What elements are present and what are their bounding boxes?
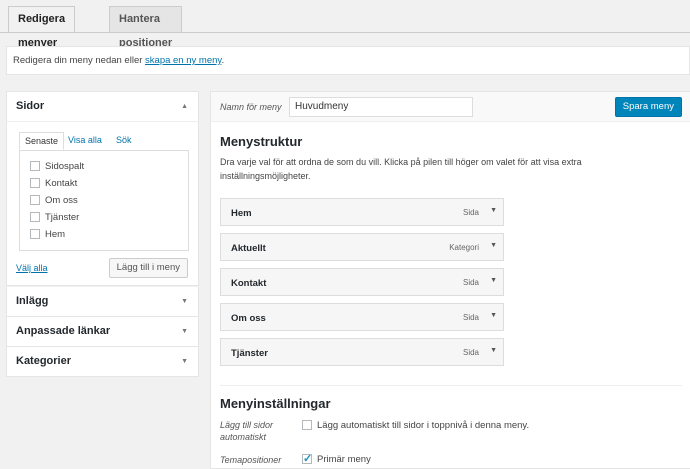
list-item[interactable]: Om oss xyxy=(30,194,188,211)
chevron-down-icon[interactable]: ▼ xyxy=(490,277,497,284)
list-item[interactable]: Kontakt xyxy=(30,177,188,194)
pages-list: Sidospalt Kontakt Om oss Tjänster Hem xyxy=(19,150,189,251)
add-to-menu-button[interactable]: Lägg till i meny xyxy=(108,258,188,278)
auto-add-label: Lägg till sidor automatiskt xyxy=(220,420,274,442)
select-all-link[interactable]: Välj alla xyxy=(16,263,48,273)
menu-item[interactable]: Aktuellt Kategori ▼ xyxy=(220,233,504,261)
menu-item[interactable]: Hem Sida ▼ xyxy=(220,198,504,226)
menu-name-input[interactable]: Huvudmeny xyxy=(289,97,473,117)
menu-editor: Namn för meny Huvudmeny Spara meny Menys… xyxy=(210,91,690,469)
tab-manage-locations[interactable]: Hantera positioner xyxy=(109,6,183,49)
pages-box-header[interactable]: Sidor ▲ xyxy=(7,92,198,121)
structure-title: Menystruktur xyxy=(220,134,303,149)
menu-name-label: Namn för meny xyxy=(220,102,282,112)
list-item[interactable]: Sidospalt xyxy=(30,160,188,177)
checkbox[interactable] xyxy=(30,178,40,188)
posts-box[interactable]: Inlägg ▼ xyxy=(6,287,199,317)
list-item[interactable]: Tjänster xyxy=(30,211,188,228)
notice-end: . xyxy=(221,55,225,66)
expand-down-icon[interactable]: ▼ xyxy=(181,347,188,376)
settings-title: Menyinställningar xyxy=(220,396,331,411)
theme-location-option[interactable]: Primär meny xyxy=(302,452,371,465)
menu-item[interactable]: Om oss Sida ▼ xyxy=(220,303,504,331)
create-menu-link[interactable]: skapa en ny meny xyxy=(145,55,221,66)
custom-links-box-header[interactable]: Anpassade länkar ▼ xyxy=(7,317,198,346)
custom-links-box[interactable]: Anpassade länkar ▼ xyxy=(6,317,199,347)
chevron-down-icon[interactable]: ▼ xyxy=(490,347,497,354)
chevron-down-icon[interactable]: ▼ xyxy=(490,312,497,319)
pages-sub-tabs: Senaste Visa alla Sök xyxy=(19,132,189,150)
menu-item[interactable]: Tjänster Sida ▼ xyxy=(220,338,504,366)
add-items-panel: Sidor ▲ Senaste Visa alla Sök Sidospalt … xyxy=(6,91,199,377)
auto-add-checkbox[interactable] xyxy=(302,420,312,430)
menu-item[interactable]: Kontakt Sida ▼ xyxy=(220,268,504,296)
expand-down-icon[interactable]: ▼ xyxy=(181,287,188,316)
categories-box-header[interactable]: Kategorier ▼ xyxy=(7,347,198,376)
tab-recent[interactable]: Senaste xyxy=(19,132,65,150)
checkbox[interactable] xyxy=(30,229,40,239)
tab-view-all[interactable]: Visa alla xyxy=(63,132,107,150)
checkbox[interactable] xyxy=(30,161,40,171)
categories-box[interactable]: Kategorier ▼ xyxy=(6,347,199,377)
checkbox[interactable] xyxy=(30,195,40,205)
list-item[interactable]: Hem xyxy=(30,228,188,245)
posts-box-header[interactable]: Inlägg ▼ xyxy=(7,287,198,316)
collapse-up-icon[interactable]: ▲ xyxy=(181,92,188,121)
chevron-down-icon[interactable]: ▼ xyxy=(490,242,497,249)
chevron-down-icon[interactable]: ▼ xyxy=(490,207,497,214)
tab-edit-menus[interactable]: Redigera menyer xyxy=(8,6,76,49)
tab-search[interactable]: Sök xyxy=(111,132,137,150)
structure-description: Dra varje val för att ordna de som du vi… xyxy=(220,157,582,181)
auto-add-option[interactable]: Lägg automatiskt till sidor i toppnivå i… xyxy=(302,420,529,431)
pages-box: Sidor ▲ Senaste Visa alla Sök Sidospalt … xyxy=(6,91,199,286)
save-menu-button[interactable]: Spara meny xyxy=(614,97,682,117)
theme-locations-label: Temapositioner xyxy=(220,455,282,465)
tab-divider xyxy=(0,32,690,33)
notice-text: Redigera din meny nedan eller xyxy=(13,55,143,66)
primary-menu-checkbox[interactable] xyxy=(302,452,312,465)
menu-header: Namn för meny Huvudmeny Spara meny xyxy=(211,92,690,122)
expand-down-icon[interactable]: ▼ xyxy=(181,317,188,346)
menu-notice: Redigera din meny nedan eller skapa en n… xyxy=(6,46,690,75)
pages-box-title: Sidor xyxy=(16,100,45,112)
pages-box-footer: Välj alla Lägg till i meny xyxy=(7,251,198,285)
checkbox[interactable] xyxy=(30,212,40,222)
section-divider xyxy=(220,385,682,386)
